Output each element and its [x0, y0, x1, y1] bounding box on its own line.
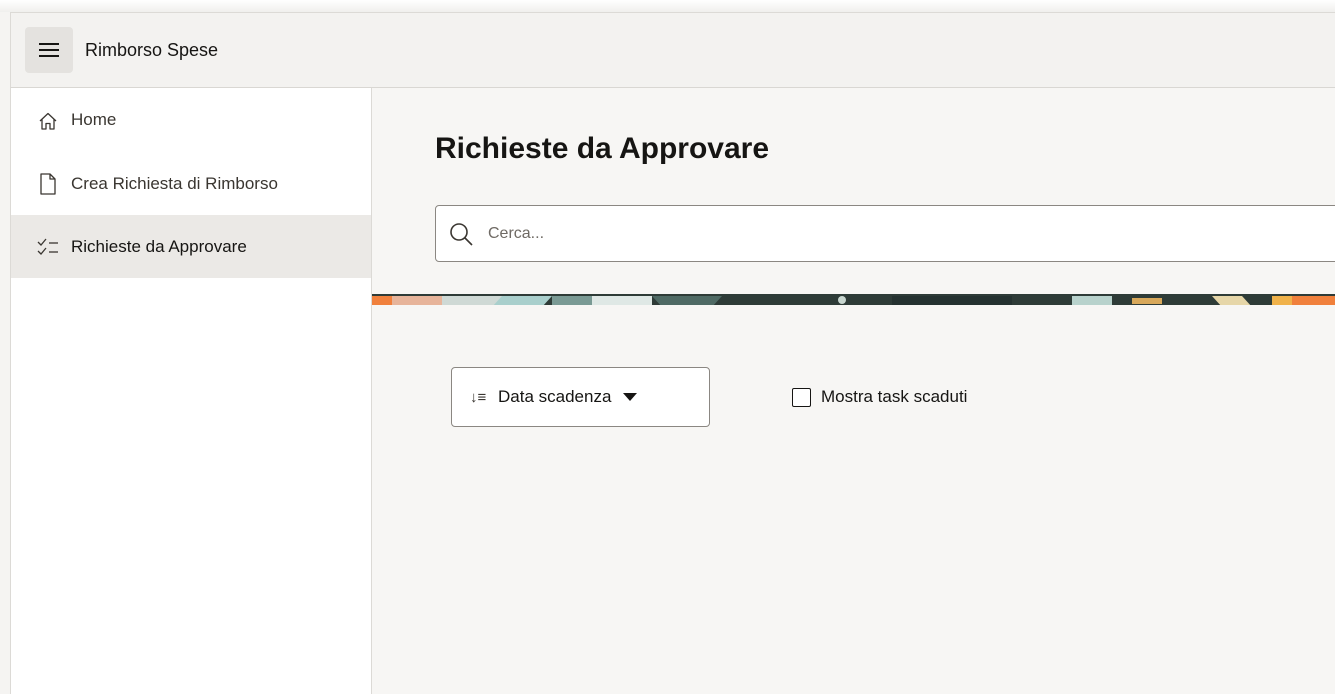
sidebar-item-crea-richiesta[interactable]: Crea Richiesta di Rimborso [11, 152, 371, 215]
overdue-checkbox[interactable] [792, 387, 811, 407]
sidebar-item-label: Home [71, 110, 117, 129]
sidebar: Home Crea Richiesta di Rimborso Richiest… [10, 88, 372, 694]
app-window: Rimborso Spese Home Crea Richiesta di Ri… [0, 0, 1335, 694]
app-title: Rimborso Spese [85, 39, 219, 60]
checklist-icon [37, 236, 59, 258]
menu-button[interactable] [25, 27, 73, 73]
document-icon [37, 172, 59, 195]
caret-down-icon [623, 393, 638, 401]
search-box[interactable] [435, 205, 1335, 262]
search-input[interactable] [488, 224, 1268, 243]
sidebar-item-label: Crea Richiesta di Rimborso [71, 173, 278, 193]
home-icon [37, 110, 59, 132]
sort-dropdown[interactable]: ↓≡ Data scadenza [451, 367, 710, 427]
sidebar-item-richieste-da-approvare[interactable]: Richieste da Approvare [11, 215, 371, 278]
sort-label: Data scadenza [498, 387, 612, 406]
sidebar-item-label: Richieste da Approvare [71, 236, 247, 256]
search-icon [448, 221, 474, 247]
app-header: Rimborso Spese [10, 12, 1335, 88]
sort-descending-icon: ↓≡ [470, 388, 487, 406]
page-title: Richieste da Approvare [435, 132, 769, 165]
decorative-banner [372, 294, 1335, 305]
window-top-edge [0, 0, 1335, 12]
overdue-checkbox-label: Mostra task scaduti [821, 387, 968, 406]
sidebar-item-home[interactable]: Home [11, 88, 371, 152]
hamburger-menu-icon [39, 43, 59, 57]
main-content: Richieste da Approvare Cerca... ↓≡ Data … [372, 88, 1335, 694]
overdue-filter[interactable]: Mostra task scaduti [792, 386, 967, 408]
